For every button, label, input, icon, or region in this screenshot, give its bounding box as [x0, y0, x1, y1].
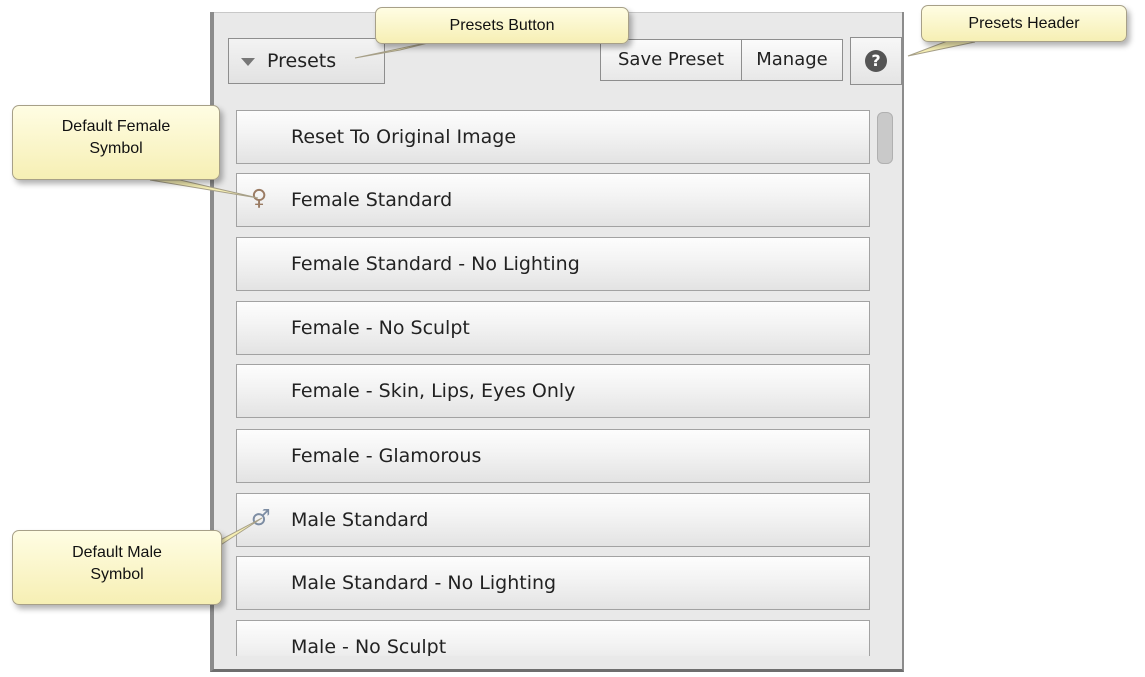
callout-line: Default Male — [72, 544, 162, 561]
callout-default-female-symbol: Default Female Symbol — [12, 105, 220, 180]
callout-presets-button: Presets Button — [375, 7, 629, 44]
callout-line: Default Female — [61, 118, 171, 135]
callout-line: Symbol — [90, 566, 144, 583]
callout-line: Symbol — [89, 140, 143, 157]
callout-default-male-symbol: Default Male Symbol — [12, 530, 222, 605]
callout-presets-header: Presets Header — [921, 5, 1127, 42]
